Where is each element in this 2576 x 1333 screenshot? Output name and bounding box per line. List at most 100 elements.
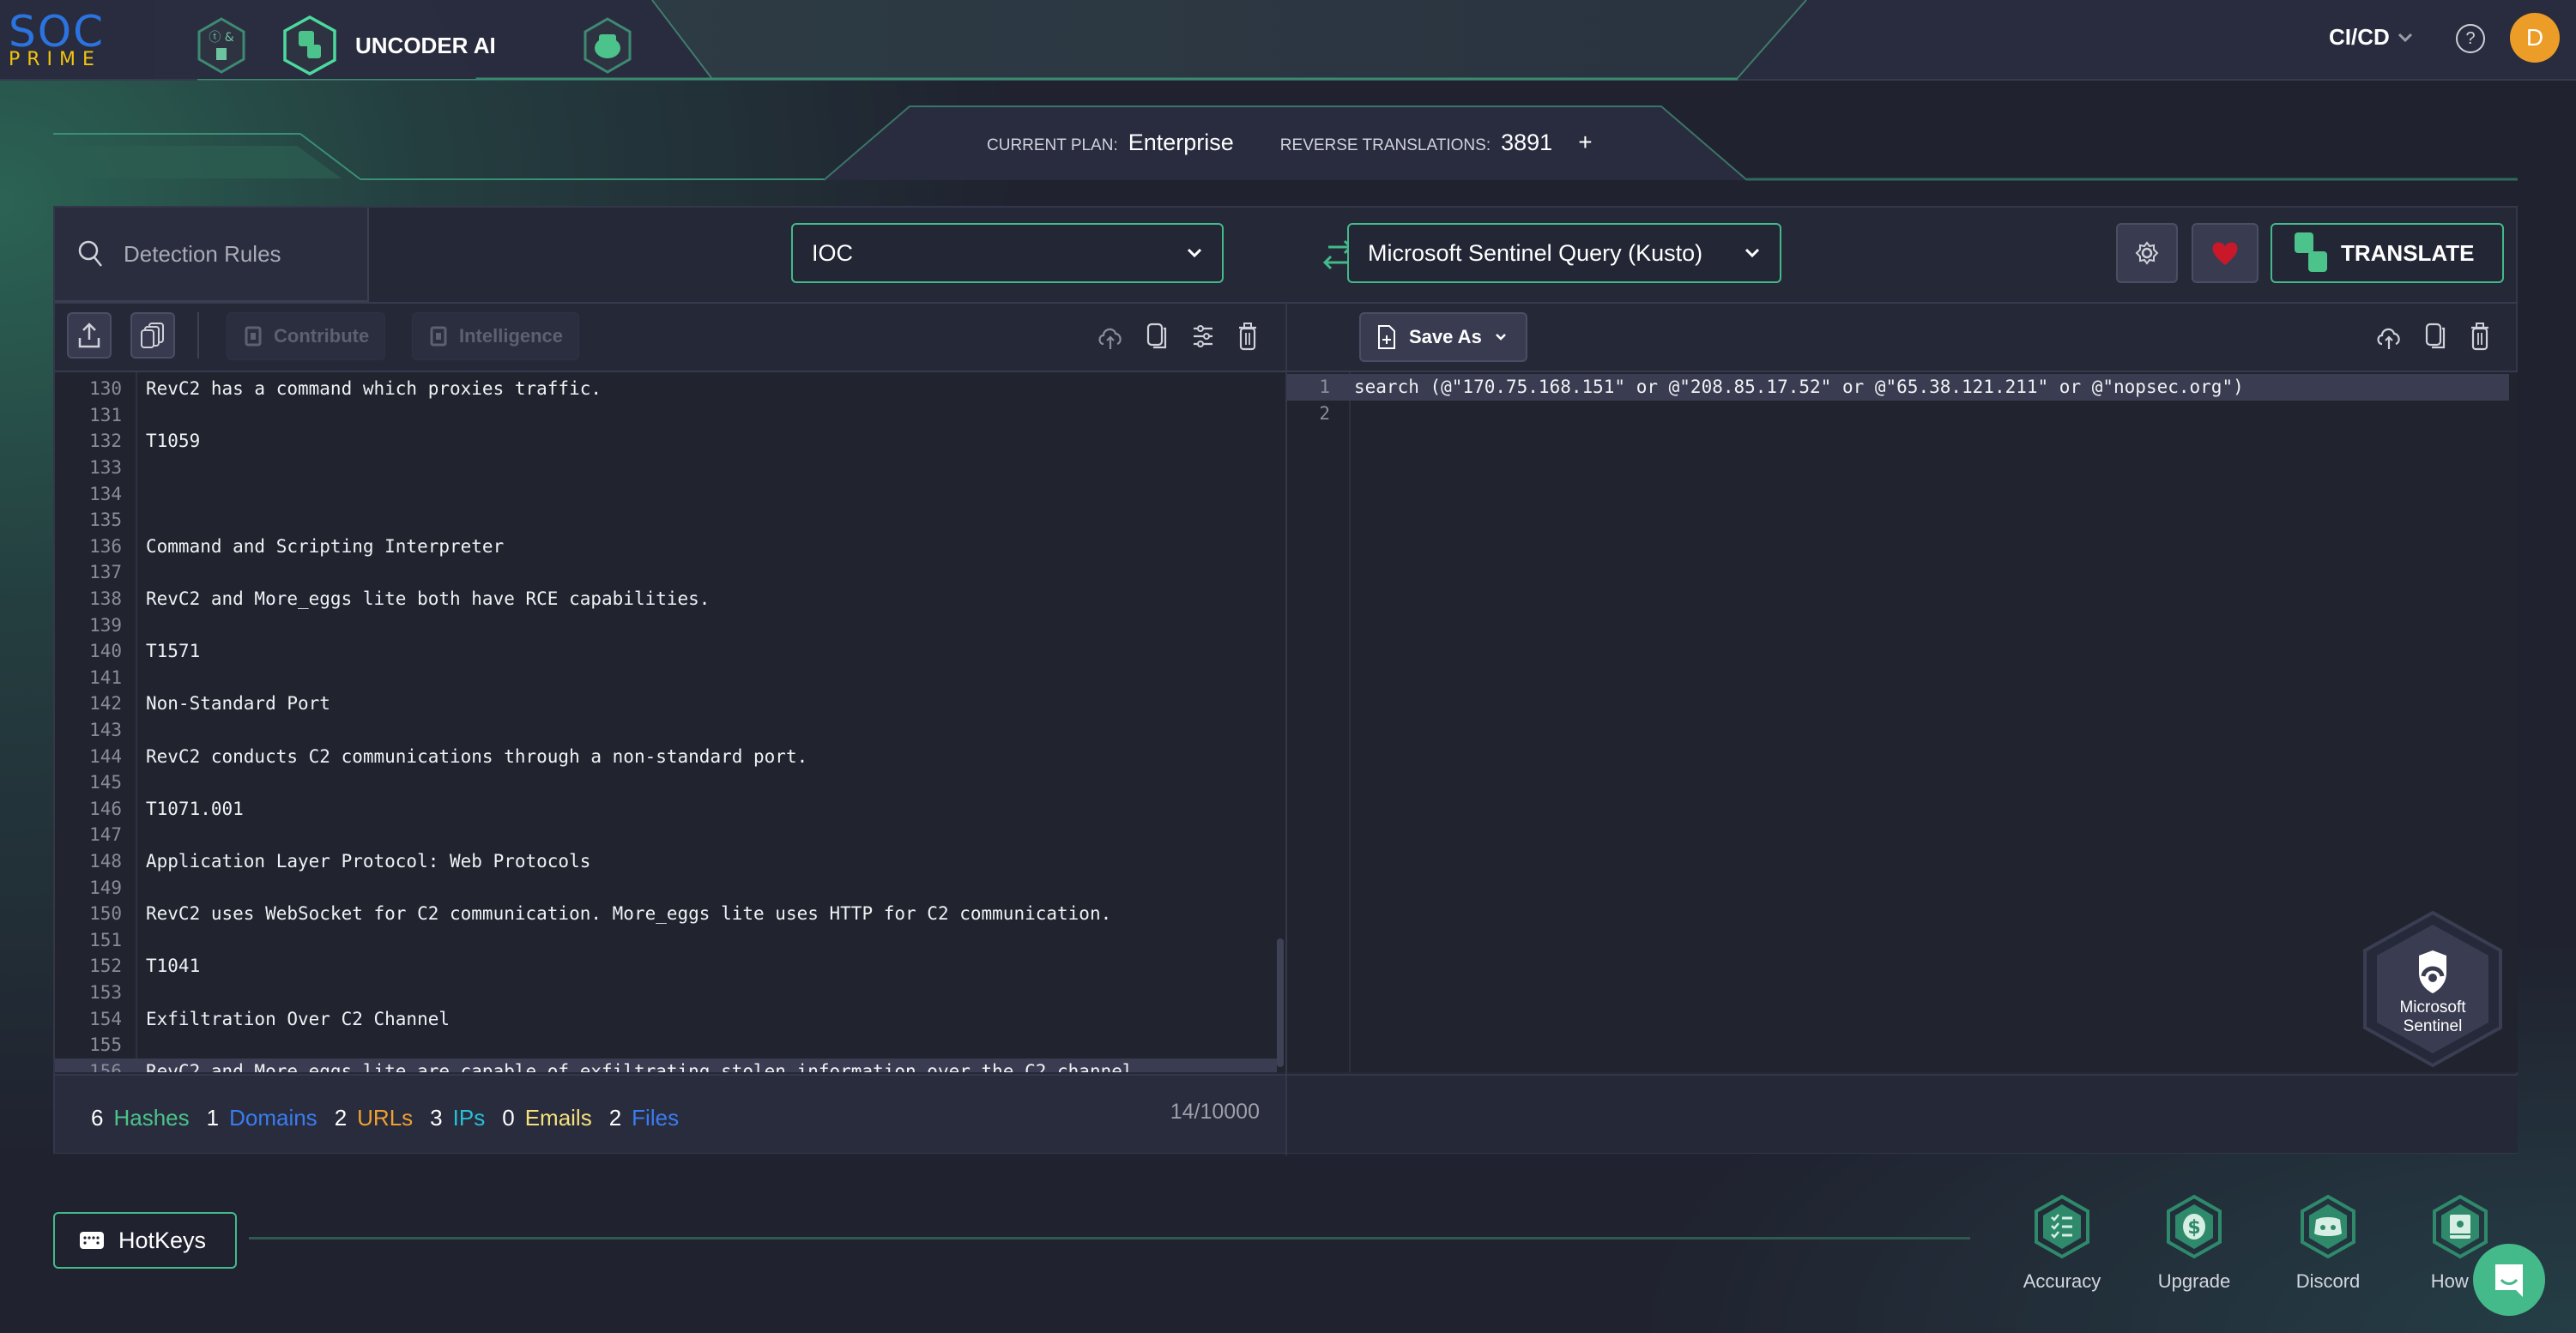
cloud-upload-button[interactable]: [1095, 319, 1126, 353]
copy-button[interactable]: [1141, 319, 1172, 353]
clear-right-button[interactable]: [2464, 319, 2495, 353]
line-text: Exfiltration Over C2 Channel: [146, 1008, 450, 1029]
intelligence-button[interactable]: Intelligence: [412, 312, 580, 360]
ioc-label-ips[interactable]: IPs: [453, 1105, 486, 1131]
save-as-label: Save As: [1409, 326, 1482, 347]
code-line[interactable]: 137: [55, 559, 1277, 586]
code-line[interactable]: 134: [55, 480, 1277, 507]
line-number: 142: [89, 693, 122, 715]
workspace-selector[interactable]: CI/CD: [2329, 24, 2414, 51]
ioc-label-urls[interactable]: URLs: [357, 1105, 413, 1131]
examples-button[interactable]: [130, 312, 175, 359]
code-line[interactable]: 136 Command and Scripting Interpreter: [55, 534, 1277, 560]
ioc-label-domains[interactable]: Domains: [229, 1105, 317, 1131]
line-number: 156: [89, 1060, 122, 1072]
user-avatar[interactable]: D: [2510, 13, 2560, 63]
code-line[interactable]: 151: [55, 927, 1277, 954]
add-translations-button[interactable]: +: [1578, 129, 1592, 156]
code-line[interactable]: 145: [55, 769, 1277, 796]
chat-support-button[interactable]: [2473, 1244, 2545, 1316]
chip-icon: [245, 326, 262, 347]
cloud-upload-right-button[interactable]: [2373, 319, 2404, 353]
code-line[interactable]: 148 Application Layer Protocol: Web Proto…: [55, 848, 1277, 875]
code-line[interactable]: 1 search (@"170.75.168.151" or @"208.85.1…: [1287, 374, 2509, 401]
favorite-button[interactable]: [2192, 223, 2259, 283]
target-language-select[interactable]: Microsoft Sentinel Query (Kusto): [1347, 223, 1781, 283]
threat-bounty-icon[interactable]: ⓣ &: [196, 17, 247, 74]
settings-button[interactable]: [2116, 223, 2178, 283]
footer-discord-button[interactable]: Discord: [2272, 1194, 2384, 1293]
search-icon: [78, 240, 102, 267]
discord-icon: [2301, 1194, 2355, 1259]
code-line[interactable]: 147: [55, 822, 1277, 848]
code-line[interactable]: 138 RevC2 and More_eggs lite both have RC…: [55, 586, 1277, 612]
code-line[interactable]: 144 RevC2 conducts C2 communications thro…: [55, 743, 1277, 769]
footer-accuracy-label: Accuracy: [2023, 1270, 2101, 1292]
sentinel-badge-line2: Sentinel: [2404, 1017, 2463, 1035]
code-line[interactable]: 133: [55, 455, 1277, 481]
line-number: 146: [89, 798, 122, 819]
copy-right-button[interactable]: [2420, 319, 2451, 353]
code-line[interactable]: 141: [55, 665, 1277, 691]
ioc-label-emails[interactable]: Emails: [525, 1105, 592, 1131]
code-line[interactable]: 140 T1571: [55, 638, 1277, 665]
editor-scrollbar[interactable]: [1277, 938, 1284, 1067]
character-count: 14/10000: [1170, 1100, 1260, 1124]
help-icon[interactable]: ?: [2456, 24, 2485, 53]
code-line[interactable]: 152 T1041: [55, 953, 1277, 980]
source-language-select[interactable]: IOC: [791, 223, 1224, 283]
ioc-label-hashes[interactable]: Hashes: [113, 1105, 189, 1131]
code-line[interactable]: 2: [1287, 401, 2509, 427]
code-line[interactable]: 143: [55, 717, 1277, 744]
heart-icon: [2212, 242, 2238, 265]
attack-detective-icon[interactable]: [582, 17, 633, 74]
code-line[interactable]: 156 RevC2 and More_eggs lite are capable …: [55, 1058, 1277, 1072]
code-line[interactable]: 132 T1059: [55, 428, 1277, 455]
code-line[interactable]: 154 Exfiltration Over C2 Channel: [55, 1005, 1277, 1032]
detection-rules-search[interactable]: Detection Rules: [55, 208, 369, 302]
chevron-down-icon: [1495, 334, 1506, 341]
upload-button[interactable]: [67, 312, 112, 359]
uncoder-ai-icon[interactable]: [281, 15, 338, 75]
source-language-value: IOC: [812, 239, 854, 266]
current-plan-value: Enterprise: [1128, 130, 1234, 155]
code-line[interactable]: 139: [55, 612, 1277, 638]
code-line[interactable]: 130 RevC2 has a command which proxies tra…: [55, 376, 1277, 402]
footer-upgrade-button[interactable]: $ Upgrade: [2138, 1194, 2250, 1293]
translate-button[interactable]: TRANSLATE: [2271, 223, 2504, 283]
line-number: 133: [89, 457, 122, 479]
save-as-button[interactable]: Save As: [1359, 312, 1527, 362]
line-number: 148: [89, 851, 122, 872]
line-text: RevC2 and More_eggs lite both have RCE c…: [146, 588, 711, 610]
line-number: 130: [89, 378, 122, 400]
line-number: 136: [89, 535, 122, 557]
line-text: Application Layer Protocol: Web Protocol…: [146, 851, 591, 872]
line-number: 135: [89, 510, 122, 531]
code-line[interactable]: 155: [55, 1032, 1277, 1059]
hotkeys-button[interactable]: HotKeys: [53, 1212, 237, 1269]
trash-icon: [2471, 323, 2488, 351]
line-text: T1041: [146, 956, 201, 977]
code-line[interactable]: 150 RevC2 uses WebSocket for C2 communica…: [55, 901, 1277, 927]
code-line[interactable]: 142 Non-Standard Port: [55, 691, 1277, 717]
keyboard-icon: [80, 1232, 104, 1249]
code-line[interactable]: 146 T1071.001: [55, 796, 1277, 823]
soc-prime-logo[interactable]: SOC PRIME: [9, 10, 112, 69]
footer-accuracy-button[interactable]: Accuracy: [2006, 1194, 2118, 1293]
source-code-editor[interactable]: 130 RevC2 has a command which proxies tra…: [55, 372, 1285, 1072]
line-number: 132: [89, 431, 122, 452]
code-line[interactable]: 153: [55, 980, 1277, 1006]
code-line[interactable]: 135: [55, 507, 1277, 534]
editor-splitter[interactable]: [1285, 302, 1287, 1155]
code-line[interactable]: 131: [55, 402, 1277, 429]
hotkeys-label: HotKeys: [118, 1227, 207, 1253]
line-number: 155: [89, 1034, 122, 1056]
clear-left-button[interactable]: [1232, 319, 1263, 353]
cloud-upload-icon: [2377, 328, 2400, 349]
filters-button[interactable]: [1188, 319, 1218, 353]
output-code-editor[interactable]: 1 search (@"170.75.168.151" or @"208.85.1…: [1287, 372, 2518, 1072]
code-line[interactable]: 149: [55, 874, 1277, 901]
contribute-button[interactable]: Contribute: [227, 312, 386, 360]
translate-label: TRANSLATE: [2341, 239, 2475, 266]
ioc-label-files[interactable]: Files: [632, 1105, 679, 1131]
